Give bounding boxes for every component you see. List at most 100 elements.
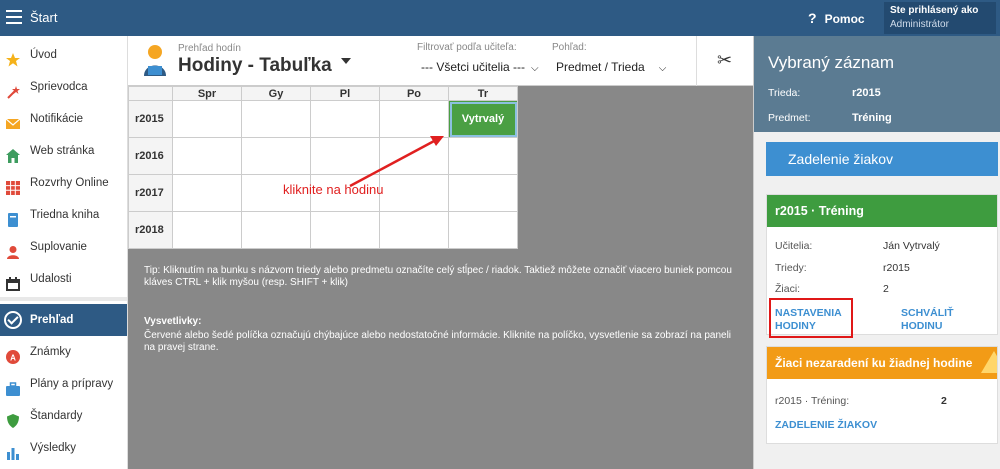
sidebar-item-label: Výsledky: [30, 442, 77, 454]
unassigned-row-label: r2015 · Tréning:: [775, 395, 850, 407]
table-cell[interactable]: [379, 211, 449, 249]
table-cell[interactable]: [448, 211, 518, 249]
column-header[interactable]: Pl: [310, 86, 380, 101]
table-cell[interactable]: [448, 174, 518, 212]
header-label: Prehľad hodín: [178, 43, 241, 54]
sidebar: Úvod Sprievodca Notifikácie Web stránka …: [0, 36, 128, 469]
legend-text: Červené alebo šedé políčka označujú chýb…: [144, 330, 732, 353]
sidebar-item-label: Rozvrhy Online: [30, 177, 109, 189]
teachers-key: Učitelia:: [775, 240, 813, 252]
help-button[interactable]: ? Pomoc: [808, 10, 865, 26]
sidebar-item-label: Plány a prípravy: [30, 378, 114, 390]
column-header[interactable]: Spr: [172, 86, 242, 101]
column-header[interactable]: Po: [379, 86, 449, 101]
sidebar-item-plany[interactable]: Plány a prípravy: [0, 368, 127, 400]
table-row: r2015 Vytrvalý: [128, 100, 518, 138]
shield-icon: [6, 409, 20, 428]
sidebar-item-standardy[interactable]: Štandardy: [0, 400, 127, 432]
sidebar-item-sprievodca[interactable]: Sprievodca: [0, 71, 127, 103]
sidebar-item-label: Web stránka: [30, 145, 95, 157]
caret-down-icon[interactable]: [341, 58, 351, 64]
teacher-filter-select[interactable]: --- Všetci učitelia --- ⌵: [421, 60, 539, 80]
table-header-row: Spr Gy Pl Po Tr: [128, 86, 518, 101]
table-cell[interactable]: [172, 174, 242, 212]
panel-title: Vybraný záznam: [768, 53, 894, 72]
sidebar-item-rozvrhy[interactable]: Rozvrhy Online: [0, 167, 127, 199]
approve-lesson-link[interactable]: SCHVÁLIŤ HODINU: [901, 307, 973, 333]
column-header[interactable]: Gy: [241, 86, 311, 101]
teachers-value: Ján Vytrvalý: [883, 240, 940, 252]
warning-icon: [981, 351, 997, 373]
teacher-filter-value: --- Všetci učitelia ---: [421, 60, 526, 74]
classes-key: Triedy:: [775, 262, 807, 274]
grade-icon: A: [6, 345, 20, 364]
sidebar-item-web[interactable]: Web stránka: [0, 135, 127, 167]
sidebar-item-prehlad[interactable]: Prehľad: [0, 304, 127, 336]
menu-icon[interactable]: [6, 10, 22, 24]
sidebar-item-label: Sprievodca: [30, 81, 88, 93]
table-cell[interactable]: [172, 100, 242, 138]
table-cell[interactable]: [310, 211, 380, 249]
chevron-down-icon: ⌵: [658, 63, 667, 74]
main-header: Prehľad hodín Hodiny - Tabuľka Filtrovať…: [128, 36, 753, 86]
sidebar-item-udalosti[interactable]: Udalosti: [0, 263, 127, 295]
help-label: Pomoc: [824, 12, 865, 26]
table-cell[interactable]: [241, 137, 311, 175]
lesson-card: r2015 · Tréning Učitelia: Ján Vytrvalý T…: [766, 194, 998, 338]
sidebar-item-suplovanie[interactable]: Suplovanie: [0, 231, 127, 263]
briefcase-icon: [6, 377, 20, 396]
sidebar-item-triedna-kniha[interactable]: Triedna kniha: [0, 199, 127, 231]
sidebar-divider: [0, 297, 127, 301]
bar-chart-icon: [6, 441, 20, 460]
legend-title: Vysvetlivky:: [144, 316, 202, 327]
timetable-icon: [6, 176, 20, 195]
user-label: Ste prihlásený ako: [890, 5, 979, 16]
sidebar-item-label: Udalosti: [30, 273, 72, 285]
column-header[interactable]: Tr: [448, 86, 518, 101]
row-header[interactable]: r2015: [128, 100, 173, 138]
students-value: 2: [883, 283, 889, 295]
corner-cell: [128, 86, 173, 101]
view-select[interactable]: Predmet / Trieda ⌵: [556, 60, 666, 80]
class-key: Trieda:: [768, 87, 801, 99]
lessons-table: Spr Gy Pl Po Tr r2015 Vytrvalý r2016 r20…: [128, 86, 518, 249]
filter-label: Filtrovať podľa učiteľa:: [417, 42, 517, 53]
table-cell[interactable]: [172, 211, 242, 249]
table-cell[interactable]: [172, 137, 242, 175]
class-value: r2015: [852, 87, 881, 99]
sidebar-item-znamky[interactable]: A Známky: [0, 336, 127, 368]
highlight-box: [769, 298, 853, 338]
top-bar: Štart ? Pomoc Ste prihlásený ako Administ…: [0, 0, 1000, 36]
scissors-icon[interactable]: ✂: [717, 50, 732, 71]
detail-panel: Vybraný záznam Trieda: r2015 Predmet: Tr…: [753, 36, 1000, 469]
lesson-cell-selected[interactable]: Vytrvalý: [448, 100, 518, 138]
students-key: Žiaci:: [775, 283, 801, 295]
sidebar-item-vysledky[interactable]: Výsledky: [0, 432, 127, 464]
table-row: r2018: [128, 211, 518, 249]
sidebar-item-uvod[interactable]: Úvod: [0, 39, 127, 71]
app-title[interactable]: Štart: [30, 10, 57, 25]
sidebar-item-label: Triedna kniha: [30, 209, 100, 221]
row-header[interactable]: r2016: [128, 137, 173, 175]
table-cell[interactable]: [241, 211, 311, 249]
page-title[interactable]: Hodiny - Tabuľka: [178, 55, 332, 77]
view-value: Predmet / Trieda: [556, 60, 645, 74]
user-role: Administrátor: [890, 19, 949, 30]
table-cell[interactable]: [241, 100, 311, 138]
row-header[interactable]: r2017: [128, 174, 173, 212]
sidebar-item-label: Suplovanie: [30, 241, 87, 253]
selected-record-header: Vybraný záznam Trieda: r2015 Predmet: Tr…: [754, 36, 1000, 132]
row-header[interactable]: r2018: [128, 211, 173, 249]
substitute-icon: [6, 240, 20, 259]
unassigned-card-title: Žiaci nezaradení ku žiadnej hodine: [767, 347, 997, 379]
sidebar-item-notifikacie[interactable]: Notifikácie: [0, 103, 127, 135]
assign-students-link[interactable]: ZADELENIE ŽIAKOV: [775, 419, 877, 432]
sidebar-item-label: Známky: [30, 346, 71, 358]
table-row: r2016: [128, 137, 518, 175]
user-box[interactable]: Ste prihlásený ako Administrátor: [884, 2, 996, 34]
sidebar-item-label: Prehľad: [30, 314, 74, 326]
table-cell[interactable]: [448, 137, 518, 175]
chevron-down-icon: ⌵: [531, 63, 539, 74]
teacher-icon: [142, 44, 168, 76]
assign-students-button[interactable]: Zadelenie žiakov: [766, 142, 998, 176]
